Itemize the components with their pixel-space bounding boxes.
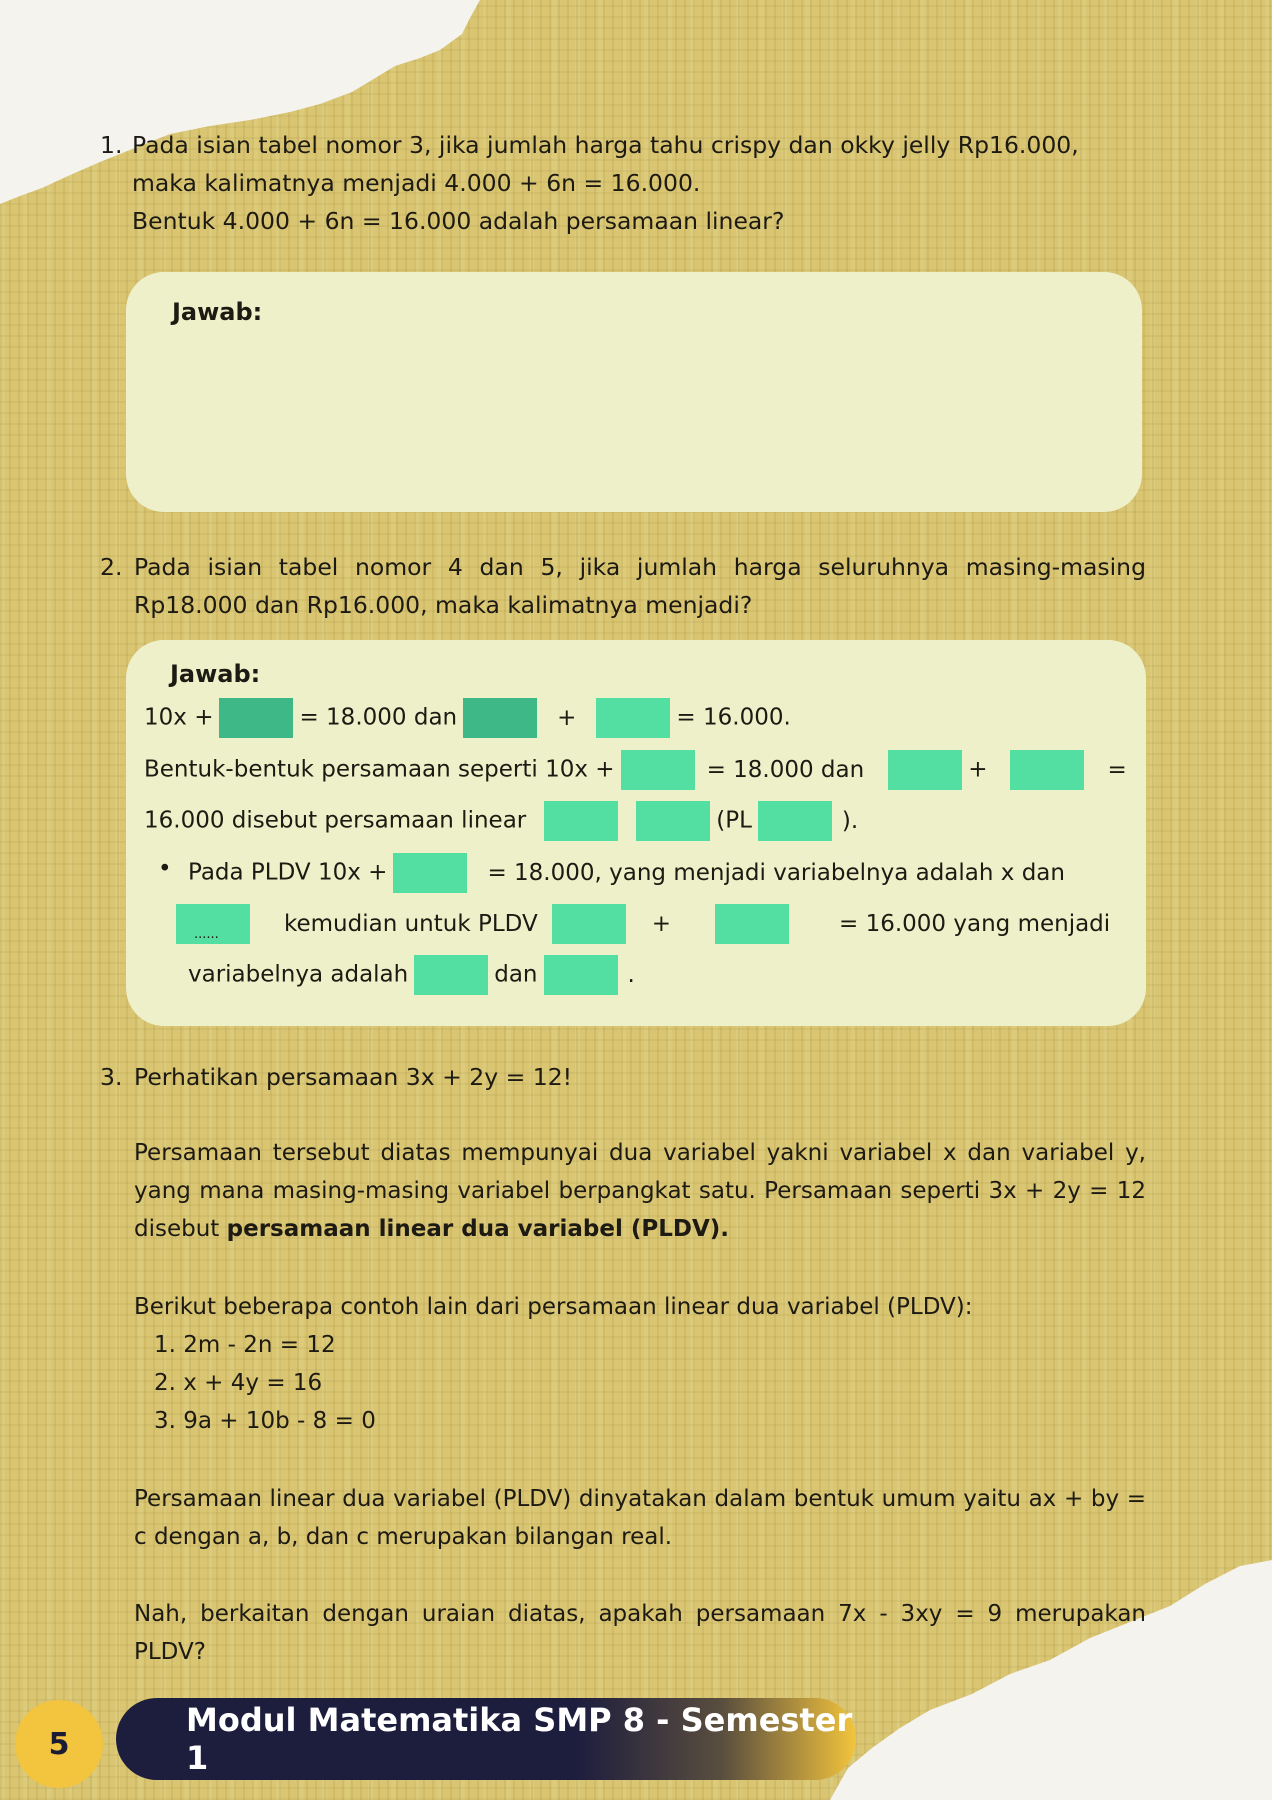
bullet-point: • bbox=[158, 856, 172, 882]
answer-row-1: 10x + = 18.000 dan + = 16.000. bbox=[144, 698, 791, 738]
question-3: 3. Perhatikan persamaan 3x + 2y = 12! bbox=[100, 1058, 1146, 1096]
question-number: 1. bbox=[100, 131, 123, 159]
question-2: 2. Pada isian tabel nomor 4 dan 5, jika … bbox=[100, 548, 1146, 624]
blank-input[interactable] bbox=[888, 750, 963, 790]
blank-input[interactable] bbox=[715, 904, 789, 944]
blank-input[interactable] bbox=[757, 801, 832, 841]
question-text: Pada isian tabel nomor 3, jika jumlah ha… bbox=[132, 131, 1079, 235]
blank-input[interactable] bbox=[1009, 750, 1084, 790]
blank-input[interactable] bbox=[544, 801, 619, 841]
bullet-row-3: variabelnya adalah dan. bbox=[188, 955, 635, 995]
worksheet-page: 1. Pada isian tabel nomor 3, jika jumlah… bbox=[0, 0, 1272, 1800]
answer-row-2: Bentuk-bentuk persamaan seperti 10x + = 1… bbox=[144, 750, 1127, 790]
answer-label: Jawab: bbox=[170, 660, 261, 688]
blank-input[interactable] bbox=[551, 904, 626, 944]
answer-label: Jawab: bbox=[172, 298, 263, 326]
blank-input[interactable] bbox=[393, 853, 468, 893]
list-item: 2. x + 4y = 16 bbox=[154, 1370, 323, 1396]
list-item: 3. 9a + 10b - 8 = 0 bbox=[154, 1408, 376, 1434]
blank-input[interactable] bbox=[414, 955, 489, 995]
bullet-row-1: Pada PLDV 10x + = 18.000, yang menjadi va… bbox=[188, 853, 1065, 893]
blank-input[interactable] bbox=[636, 801, 711, 841]
question-1: 1. Pada isian tabel nomor 3, jika jumlah… bbox=[100, 126, 1150, 240]
bullet-row-2: ...... kemudian untuk PLDV + = 16.000 yang … bbox=[170, 904, 1110, 944]
paragraph-examples-intro: Berikut beberapa contoh lain dari persam… bbox=[134, 1294, 973, 1320]
blank-input[interactable] bbox=[596, 698, 671, 738]
question-title: Perhatikan persamaan 3x + 2y = 12! bbox=[134, 1063, 573, 1091]
blank-input[interactable] bbox=[463, 698, 538, 738]
list-item: 1. 2m - 2n = 12 bbox=[154, 1332, 336, 1358]
blank-input[interactable] bbox=[543, 955, 618, 995]
blank-input[interactable]: ...... bbox=[176, 904, 250, 944]
question-number: 2. bbox=[100, 553, 123, 581]
answer-box-2: Jawab: 10x + = 18.000 dan + = 16.000. Bentu… bbox=[126, 640, 1146, 1026]
page-number: 5 bbox=[15, 1700, 103, 1788]
answer-box-1[interactable]: Jawab: bbox=[126, 272, 1142, 512]
question-number: 3. bbox=[100, 1063, 123, 1091]
footer-title: Modul Matematika SMP 8 - Semester 1 bbox=[186, 1701, 853, 1777]
examples-list: 1. 2m - 2n = 12 2. x + 4y = 16 3. 9a + 1… bbox=[154, 1326, 376, 1440]
blank-input[interactable] bbox=[219, 698, 294, 738]
question-text: Pada isian tabel nomor 4 dan 5, jika jum… bbox=[134, 553, 1146, 619]
answer-row-3: 16.000 disebut persamaan linear (PL). bbox=[144, 801, 858, 841]
paragraph-question: Nah, berkaitan dengan uraian diatas, apa… bbox=[134, 1601, 1146, 1665]
footer-banner: Modul Matematika SMP 8 - Semester 1 bbox=[116, 1698, 856, 1780]
paragraph-definition: Persamaan tersebut diatas mempunyai dua … bbox=[134, 1140, 1146, 1242]
paragraph-general-form: Persamaan linear dua variabel (PLDV) din… bbox=[134, 1486, 1146, 1550]
blank-input[interactable] bbox=[620, 750, 695, 790]
